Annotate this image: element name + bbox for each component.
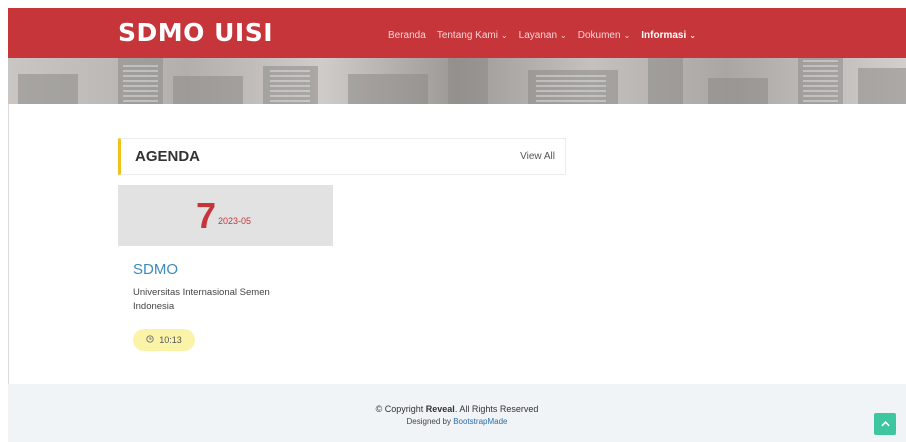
event-year-month: 2023-05 <box>218 216 252 226</box>
back-to-top-button[interactable] <box>874 413 896 435</box>
clock-icon <box>146 335 154 345</box>
nav-item-label: Informasi <box>641 30 687 41</box>
site-logo[interactable]: SDMO UISI <box>118 18 273 47</box>
designed-by-label: Designed by <box>406 417 454 426</box>
nav-item-layanan[interactable]: Layanan ⌄ <box>519 30 567 41</box>
designed-by-text: Designed by BootstrapMade <box>8 417 906 426</box>
event-description: Universitas Internasional Semen Indonesi… <box>133 287 270 312</box>
chevron-up-icon <box>880 418 890 430</box>
nav-item-beranda[interactable]: Beranda <box>388 30 426 41</box>
copyright-prefix: © Copyright <box>375 404 426 414</box>
event-time-badge: 10:13 <box>133 329 195 351</box>
copyright-suffix: . All Rights Reserved <box>454 404 539 414</box>
site-header: SDMO UISI Beranda Tentang Kami ⌄ Layanan… <box>8 8 906 58</box>
view-all-link[interactable]: View All <box>520 151 555 162</box>
chevron-down-icon: ⌄ <box>689 31 696 40</box>
nav-item-informasi[interactable]: Informasi ⌄ <box>641 30 696 41</box>
designer-link[interactable]: BootstrapMade <box>453 417 507 426</box>
chevron-down-icon: ⌄ <box>500 31 508 40</box>
event-title[interactable]: SDMO <box>133 261 178 278</box>
chevron-down-icon: ⌄ <box>623 31 631 40</box>
agenda-header: AGENDA View All <box>118 138 566 175</box>
nav-item-label: Layanan <box>518 30 558 41</box>
copyright-brand: Reveal <box>425 404 455 414</box>
nav-item-label: Tentang Kami <box>436 30 498 41</box>
nav-item-label: Dokumen <box>577 30 621 41</box>
event-time: 10:13 <box>159 335 182 345</box>
event-date-block: 7 2023-05 <box>118 185 333 246</box>
copyright-text: © Copyright Reveal. All Rights Reserved <box>8 404 906 414</box>
chevron-down-icon: ⌄ <box>560 31 567 40</box>
site-footer: © Copyright Reveal. All Rights Reserved … <box>8 384 906 442</box>
nav-item-dokumen[interactable]: Dokumen ⌄ <box>578 30 631 41</box>
nav-item-tentang-kami[interactable]: Tentang Kami ⌄ <box>437 30 508 41</box>
event-day: 7 <box>196 195 217 236</box>
agenda-title: AGENDA <box>135 148 201 165</box>
city-banner-image <box>8 58 906 104</box>
nav-item-label: Beranda <box>388 30 426 41</box>
main-nav: Beranda Tentang Kami ⌄ Layanan ⌄ Dokumen… <box>388 30 707 41</box>
